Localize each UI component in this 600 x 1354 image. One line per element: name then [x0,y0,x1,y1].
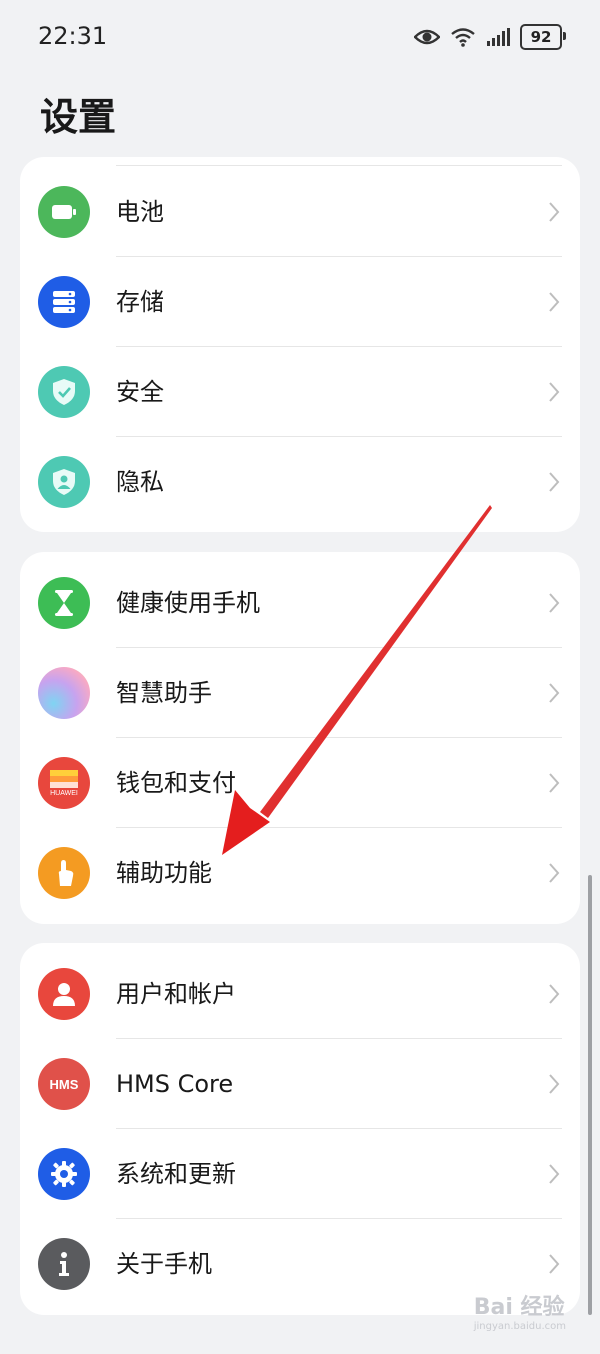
hms-icon-text: HMS [49,1076,79,1092]
privacy-shield-icon [38,456,90,508]
smart-assistant-icon [38,667,90,719]
settings-group-2: 健康使用手机 智慧助手 HUAWEI 钱包和支付 辅助功能 [20,552,580,924]
chevron-right-icon [549,472,560,492]
settings-item-label: 辅助功能 [116,859,212,887]
settings-item-battery[interactable]: 电池 [20,167,580,257]
settings-item-digital-balance[interactable]: 健康使用手机 [20,558,580,648]
chevron-right-icon [549,773,560,793]
chevron-right-icon [549,1164,560,1184]
settings-item-accessibility[interactable]: 辅助功能 [20,828,580,918]
status-bar: 22:31 92 [0,0,600,76]
settings-group-3: 用户和帐户 HMS HMS Core 系统和更新 关于手机 [20,943,580,1315]
page-title: 设置 [40,95,117,139]
settings-item-users-accounts[interactable]: 用户和帐户 [20,949,580,1039]
user-icon [38,968,90,1020]
settings-item-label: 钱包和支付 [116,769,236,797]
battery-level: 92 [530,28,552,46]
signal-icon [487,28,510,46]
gear-icon [38,1148,90,1200]
hms-icon: HMS [38,1058,90,1110]
settings-item-label: 安全 [116,378,164,406]
chevron-right-icon [549,202,560,222]
settings-item-label: 系统和更新 [116,1160,236,1188]
battery-icon [38,186,90,238]
chevron-right-icon [549,683,560,703]
settings-item-system-update[interactable]: 系统和更新 [20,1129,580,1219]
chevron-right-icon [549,1074,560,1094]
watermark: Bai 经验 jingyan.baidu.com [474,1289,566,1332]
settings-item-smart-assistant[interactable]: 智慧助手 [20,648,580,738]
settings-item-label: 用户和帐户 [116,980,236,1008]
wallet-icon: HUAWEI [38,757,90,809]
settings-item-label: 健康使用手机 [116,589,260,617]
settings-item-storage[interactable]: 存储 [20,257,580,347]
status-time: 22:31 [38,22,108,50]
settings-item-label: 关于手机 [116,1250,212,1278]
settings-item-label: 隐私 [116,468,164,496]
divider [116,165,562,166]
hourglass-icon [38,577,90,629]
settings-item-privacy[interactable]: 隐私 [20,437,580,527]
settings-item-hms-core[interactable]: HMS HMS Core [20,1039,580,1129]
status-icons: 92 [414,24,566,50]
chevron-right-icon [549,1254,560,1274]
chevron-right-icon [549,593,560,613]
settings-item-label: 智慧助手 [116,679,212,707]
settings-item-label: 存储 [116,288,164,316]
settings-item-label: HMS Core [116,1070,234,1098]
shield-check-icon [38,366,90,418]
settings-item-security[interactable]: 安全 [20,347,580,437]
wallet-icon-text: HUAWEI [50,789,78,797]
eye-icon [414,29,440,45]
chevron-right-icon [549,984,560,1004]
hand-tap-icon [38,847,90,899]
storage-icon [38,276,90,328]
settings-group-1: 电池 存储 安全 隐私 [20,157,580,532]
watermark-brand: Bai 经验 [473,1295,565,1320]
settings-item-wallet[interactable]: HUAWEI 钱包和支付 [20,738,580,828]
watermark-url: jingyan.baidu.com [473,1321,566,1332]
chevron-right-icon [549,382,560,402]
scrollbar[interactable] [588,875,592,1315]
chevron-right-icon [549,863,560,883]
battery-indicator: 92 [520,24,566,50]
settings-item-label: 电池 [116,198,164,226]
wifi-icon [451,28,475,47]
info-icon [38,1238,90,1290]
chevron-right-icon [549,292,560,312]
